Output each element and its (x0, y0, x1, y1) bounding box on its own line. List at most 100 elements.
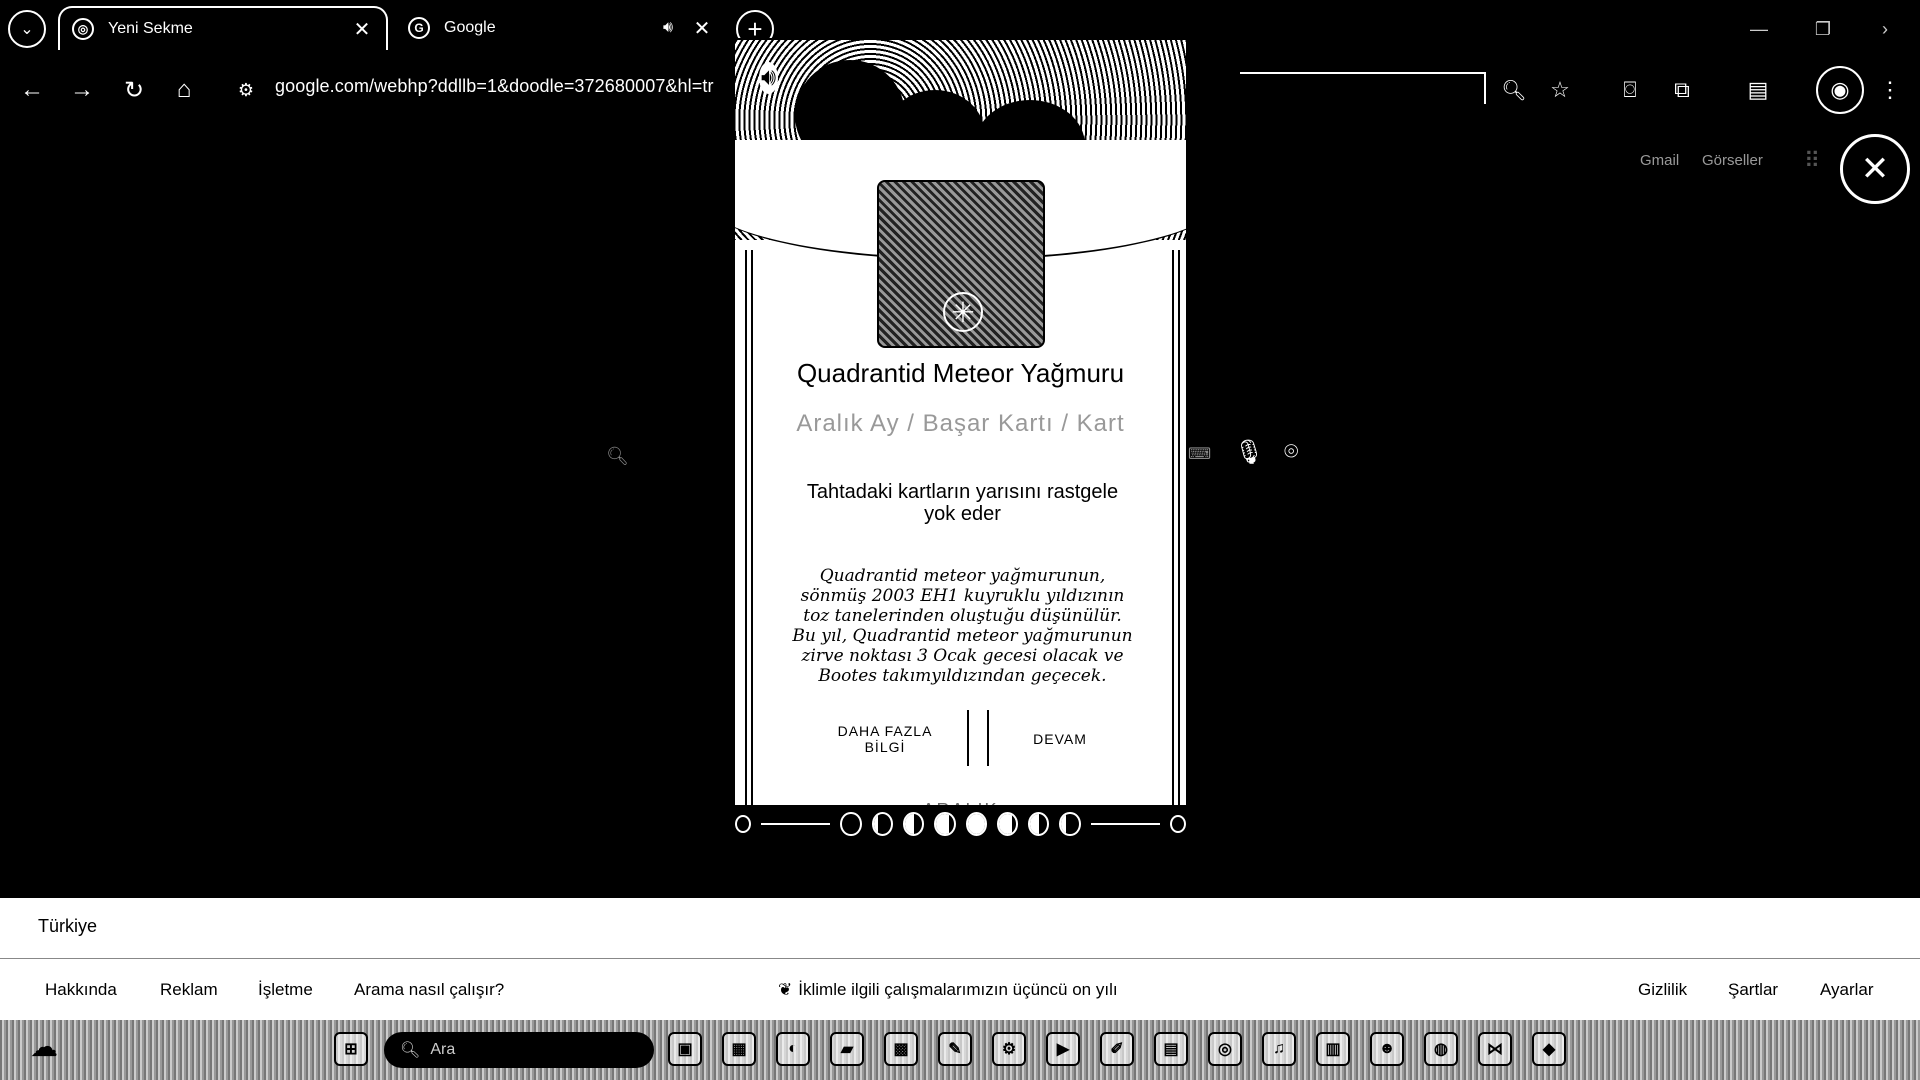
back-button[interactable]: ← (12, 70, 52, 110)
zoom-icon: 🔍︎ (1501, 79, 1527, 102)
maximize-button[interactable]: ❐ (1808, 14, 1838, 44)
zoom-button[interactable]: 🔍︎ (1494, 70, 1534, 110)
continue-button[interactable]: DEVAM (975, 714, 1145, 764)
vscode-icon[interactable]: ⋈ (1478, 1032, 1512, 1066)
account-avatar[interactable]: ✕ (1840, 134, 1910, 204)
url-text[interactable]: google.com/webhp?ddllb=1&doodle=37268000… (275, 76, 714, 97)
sidebar-icon: ▤ (1747, 77, 1769, 102)
country-label: Türkiye (38, 916, 98, 936)
tab-title: Yeni Sekme (108, 20, 193, 37)
lens-icon[interactable]: ⌾ (1284, 438, 1298, 466)
card-border-left (745, 250, 753, 830)
footer-link-terms[interactable]: Şartlar (1728, 980, 1778, 1000)
footer-link-advertising[interactable]: Reklam (160, 980, 218, 1000)
notepad-icon[interactable]: ✐ (1100, 1032, 1134, 1066)
forward-button[interactable]: → (62, 70, 102, 110)
minimize-button[interactable]: — (1744, 14, 1774, 44)
reload-button[interactable]: ↻ (114, 70, 154, 110)
card-illustration: ✳ (877, 180, 1045, 348)
calculator-icon[interactable]: ▤ (1154, 1032, 1188, 1066)
climate-link[interactable]: ❦ İklimle ilgili çalışmalarımızın üçüncü… (778, 980, 1118, 1000)
moon-phase-icon (902, 812, 925, 836)
spotify-icon[interactable]: ♫ (1262, 1032, 1296, 1066)
tab-yeni-sekme[interactable]: ◎ Yeni Sekme ✕ (58, 6, 388, 50)
footer-link-privacy[interactable]: Gizlilik (1638, 980, 1687, 1000)
extensions-button[interactable]: ⧉ (1662, 70, 1702, 110)
game-icon[interactable]: ◆ (1532, 1032, 1566, 1066)
screenshot-button[interactable]: ⌼ (1610, 70, 1650, 110)
moon-lit-part (873, 814, 878, 834)
start-button[interactable]: ⊞ (334, 1032, 368, 1066)
footer-link-about[interactable]: Hakkında (45, 980, 117, 1000)
moon-phase-bar (735, 805, 1186, 843)
reading-list-button[interactable]: ▤ (1738, 70, 1778, 110)
taskbar-search-placeholder: Ara (430, 1041, 456, 1058)
close-icon[interactable]: ✕ (690, 16, 714, 40)
moon-bar-end (735, 815, 752, 833)
keyboard-icon[interactable]: ⌨ (1188, 444, 1211, 464)
site-info-button[interactable]: ⚙ (226, 70, 266, 110)
file-explorer-icon[interactable]: ▰ (830, 1032, 864, 1066)
chrome-icon[interactable]: ◎ (1208, 1032, 1242, 1066)
footer-link-settings[interactable]: Ayarlar (1820, 980, 1874, 1000)
google-icon: G (408, 17, 430, 39)
paint-icon[interactable]: ✎ (938, 1032, 972, 1066)
task-view-icon[interactable]: ▣ (668, 1032, 702, 1066)
bookmark-button[interactable]: ☆ (1540, 70, 1580, 110)
moon-phase-icon (996, 812, 1019, 836)
images-link[interactable]: Görseller (1702, 152, 1763, 169)
moon-bar-line (1090, 823, 1160, 825)
arrow-right-icon: → (70, 76, 94, 103)
doodle-subtitle: Aralık Ay / Başar Kartı / Kart (796, 410, 1125, 437)
omnibox-edge-right (1484, 74, 1486, 104)
doodle-description: Quadrantid meteor yağmurunun, sönmüş 200… (792, 566, 1133, 686)
moon-phase-icon (1059, 812, 1081, 836)
arrow-left-icon: ← (20, 76, 44, 103)
close-window-button[interactable]: › (1870, 14, 1900, 44)
steam-icon[interactable]: ◍ (1424, 1032, 1458, 1066)
page-footer: Türkiye Hakkında Reklam İşletme Arama na… (0, 898, 1920, 1020)
moon-phase-icon (965, 812, 987, 836)
menu-button[interactable]: ⋮ (1870, 70, 1910, 110)
doodle-title: Quadrantid Meteor Yağmuru (796, 358, 1125, 388)
doodle-card-modal: 🔊︎ ✳ Quadrantid Meteor Yağmuru Aralık Ay… (733, 38, 1188, 845)
store-icon[interactable]: ▩ (884, 1032, 918, 1066)
more-info-button[interactable]: DAHA FAZLA BİLGİ (825, 714, 945, 764)
sound-icon[interactable]: 🔊︎ (759, 62, 779, 94)
apps-grid-icon[interactable]: ⠿ (1804, 148, 1830, 174)
taskbar-search[interactable]: 🔍︎ Ara (384, 1032, 654, 1068)
moon-lit-part (998, 814, 1012, 834)
moon-lit-part (904, 814, 914, 834)
omnibox-edge (1240, 72, 1486, 74)
snowflake-icon: ✳ (943, 292, 983, 332)
moon-phase-icon (871, 812, 893, 836)
moon-lit-part (1061, 814, 1066, 834)
tab-search-button[interactable]: ⌄ (8, 10, 46, 48)
star-icon: ☆ (1550, 77, 1570, 102)
home-button[interactable]: ⌂ (164, 70, 204, 110)
footer-link-business[interactable]: İşletme (258, 980, 313, 1000)
microphone-icon[interactable]: 🎙︎ (1234, 438, 1264, 467)
chrome-icon: ◎ (72, 18, 94, 40)
settings-icon[interactable]: ⚙ (992, 1032, 1026, 1066)
gmail-link[interactable]: Gmail (1640, 152, 1679, 169)
moon-bar-end (1169, 815, 1186, 833)
discord-icon[interactable]: ☻ (1370, 1032, 1404, 1066)
chevron-down-icon: ⌄ (20, 21, 34, 38)
profile-button[interactable]: ◉ (1816, 66, 1864, 114)
moon-phase-icon (1028, 812, 1050, 836)
tab-google[interactable]: G Google 🔊︎ ✕ (396, 6, 726, 50)
photos-icon[interactable]: ▥ (1316, 1032, 1350, 1066)
terminal-icon[interactable]: ▶ (1046, 1032, 1080, 1066)
weather-icon[interactable]: ☁ (30, 1030, 70, 1070)
tab-title: Google (444, 19, 496, 36)
moon-lit-part (1030, 814, 1039, 834)
edge-icon[interactable]: ◐ (776, 1032, 810, 1066)
footer-link-how-search-works[interactable]: Arama nasıl çalışır? (354, 980, 504, 1000)
widgets-icon[interactable]: ▦ (722, 1032, 756, 1066)
speaker-icon[interactable]: 🔊︎ (656, 16, 680, 40)
windows-taskbar: ☁ ⊞ 🔍︎ Ara ▣ ▦ ◐ ▰ ▩ ✎ ⚙ ▶ ✐ ▤ ◎ ♫ ▥ ☻ ◍ ⋈ ◆ (0, 1020, 1920, 1080)
close-icon[interactable]: ✕ (350, 17, 374, 41)
windows-icon: ⊞ (344, 1041, 358, 1058)
card-border-right (1172, 250, 1180, 830)
